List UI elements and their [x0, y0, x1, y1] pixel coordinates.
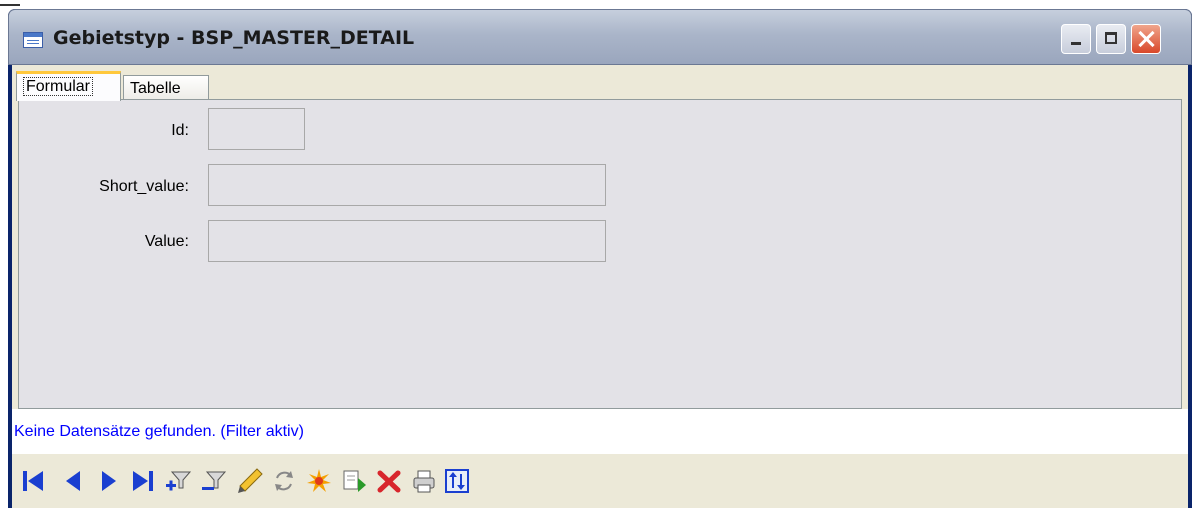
tab-formular-label: Formular	[23, 77, 94, 96]
value-label: Value:	[144, 233, 189, 250]
navigation-toolbar	[12, 454, 1188, 508]
app-window: Gebietstyp - BSP_MASTER_DETAIL Formular …	[8, 9, 1192, 508]
form-panel: Id: Short_value: Value:	[18, 99, 1182, 409]
delete-icon[interactable]	[374, 466, 404, 496]
refresh-icon[interactable]	[269, 466, 299, 496]
value-field[interactable]	[208, 220, 606, 262]
id-field[interactable]	[208, 108, 305, 150]
previous-record-icon[interactable]	[58, 466, 88, 496]
status-bar: Keine Datensätze gefunden. (Filter aktiv…	[12, 409, 1188, 454]
next-record-icon[interactable]	[94, 466, 124, 496]
short-value-label: Short_value:	[99, 178, 189, 195]
last-record-icon[interactable]	[128, 466, 158, 496]
tab-tabelle-label: Tabelle	[130, 80, 181, 97]
minimize-button[interactable]	[1061, 24, 1091, 54]
copy-record-icon[interactable]	[339, 466, 369, 496]
tab-formular[interactable]: Formular	[16, 71, 121, 101]
background-rule	[0, 4, 20, 6]
filter-edit-icon[interactable]	[163, 466, 193, 496]
tab-tabelle[interactable]: Tabelle	[123, 75, 209, 101]
print-icon[interactable]	[409, 466, 439, 496]
maximize-button[interactable]	[1096, 24, 1126, 54]
short-value-field[interactable]	[208, 164, 606, 206]
new-record-icon[interactable]	[304, 466, 334, 496]
edit-pencil-icon[interactable]	[235, 466, 265, 496]
filter-icon[interactable]	[199, 466, 229, 496]
id-label: Id:	[171, 122, 189, 139]
sort-icon[interactable]	[442, 466, 472, 496]
window-title: Gebietstyp - BSP_MASTER_DETAIL	[53, 27, 415, 49]
first-record-icon[interactable]	[18, 466, 48, 496]
close-button[interactable]	[1131, 24, 1161, 54]
title-bar[interactable]: Gebietstyp - BSP_MASTER_DETAIL	[8, 9, 1192, 65]
window-client-area: Formular Tabelle Id: Short_value: Value:…	[12, 65, 1188, 508]
status-message: Keine Datensätze gefunden. (Filter aktiv…	[14, 423, 304, 440]
form-window-icon	[23, 32, 43, 48]
